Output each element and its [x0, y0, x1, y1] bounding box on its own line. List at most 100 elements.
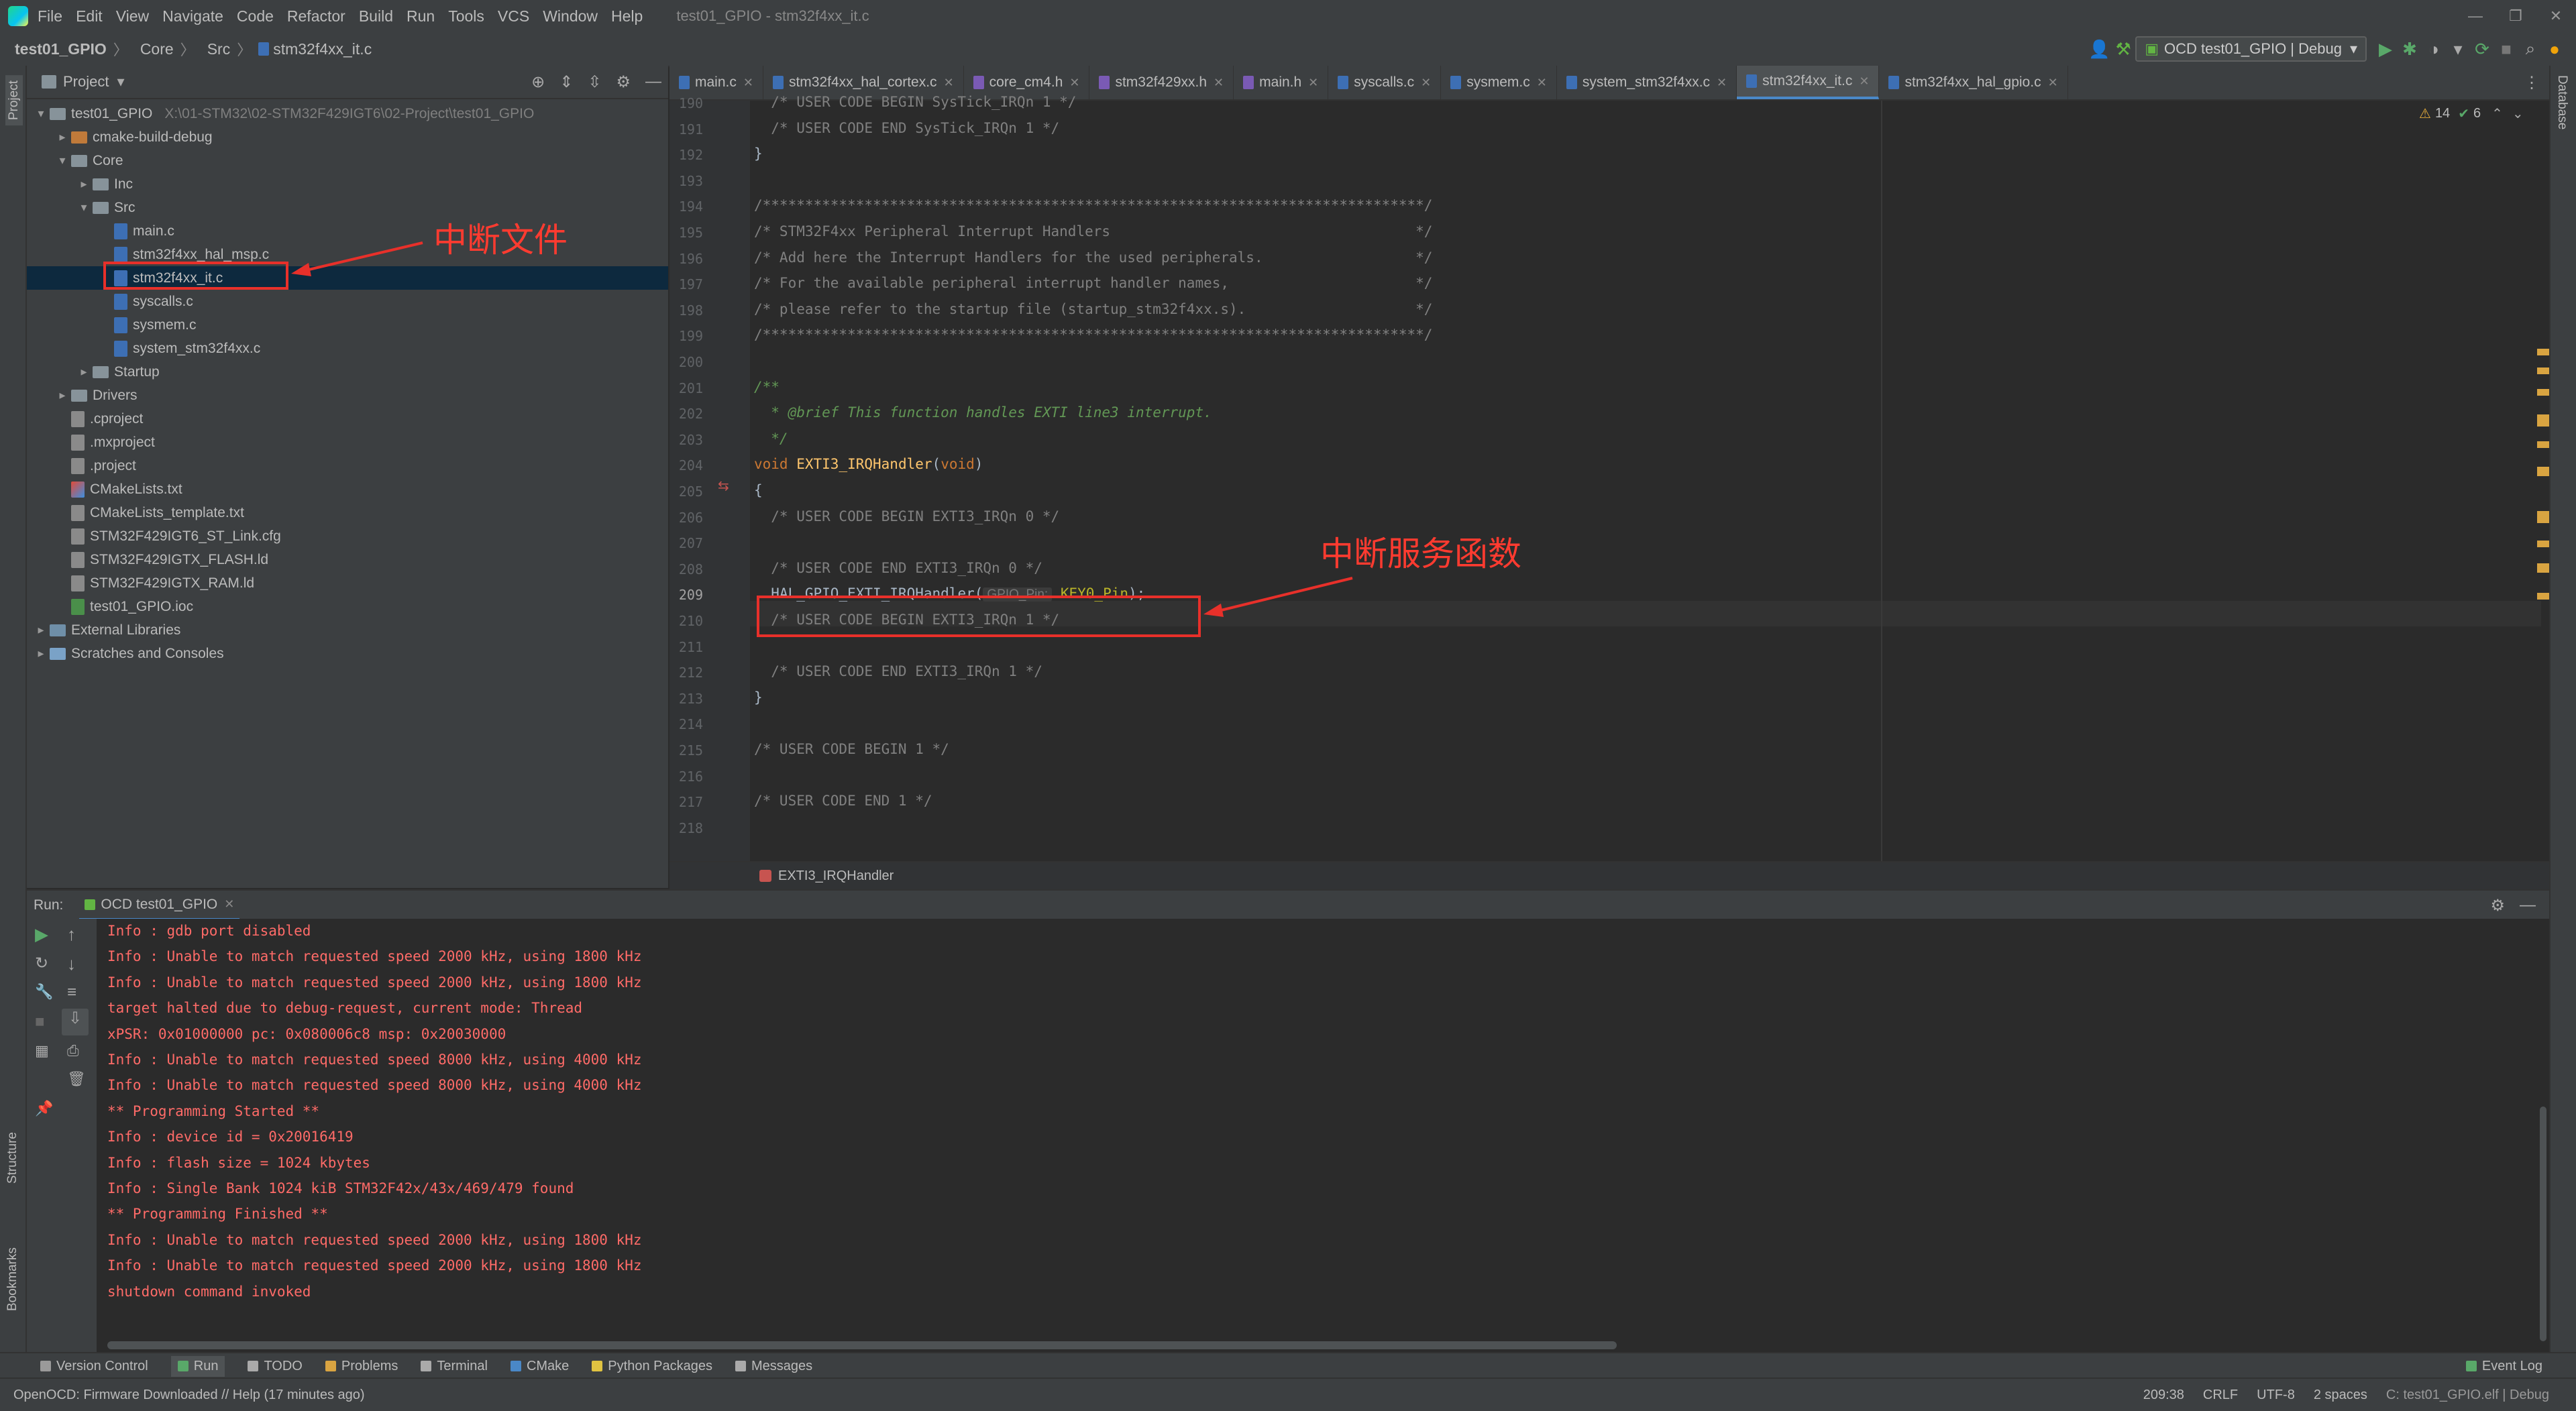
close-icon[interactable]: ✕ [1069, 76, 1079, 90]
tree-item[interactable]: ▸ cmake-build-debug [27, 125, 668, 149]
hide-icon[interactable]: — [2520, 896, 2536, 915]
breadcrumb-project[interactable]: test01_GPIO [15, 40, 107, 58]
tree-item[interactable]: ▾ Src [27, 196, 668, 219]
line-separator[interactable]: CRLF [2203, 1388, 2238, 1403]
resolve-context[interactable]: C: test01_GPIO.elf | Debug [2386, 1388, 2549, 1403]
scroll-to-end-icon[interactable]: ⇩ [62, 1009, 89, 1035]
database-tool-tab[interactable]: Database [2555, 75, 2569, 129]
scroll-marker[interactable] [2537, 511, 2549, 523]
menu-navigate[interactable]: Navigate [162, 7, 223, 25]
tree-item[interactable]: STM32F429IGTX_RAM.ld [27, 571, 668, 595]
hide-icon[interactable]: — [645, 72, 661, 91]
project-tool-tab[interactable]: Project [5, 75, 23, 126]
scroll-marker[interactable] [2537, 467, 2549, 476]
arrow-down-icon[interactable]: ↓ [67, 954, 76, 974]
editor-tab[interactable]: sysmem.c ✕ [1441, 66, 1557, 99]
print-icon[interactable]: ⎙ [67, 1042, 79, 1060]
tree-item[interactable]: sysmem.c [27, 313, 668, 337]
rerun-icon[interactable]: ▶ [35, 924, 48, 945]
expand-all-icon[interactable]: ⇕ [559, 72, 573, 92]
console-vertical-scrollbar[interactable] [2540, 1107, 2546, 1341]
expand-arrow-icon[interactable]: ▸ [32, 623, 50, 637]
run-configuration-select[interactable]: ▣ OCD test01_GPIO | Debug ▾ [2135, 36, 2367, 62]
chevron-down-icon[interactable]: ▾ [117, 73, 124, 91]
expand-arrow-icon[interactable]: ▾ [75, 201, 93, 215]
restore-icon[interactable]: ❐ [2496, 7, 2536, 25]
pin-icon[interactable]: 📌 [35, 1100, 53, 1117]
editor-tab[interactable]: main.c ✕ [669, 66, 763, 99]
tree-item[interactable]: .cproject [27, 407, 668, 431]
menu-code[interactable]: Code [237, 7, 274, 25]
breadcrumb-file[interactable]: stm32f4xx_it.c [273, 40, 372, 58]
close-icon[interactable]: ✕ [743, 76, 753, 90]
tree-item[interactable]: ▸ Drivers [27, 384, 668, 407]
expand-arrow-icon[interactable]: ▸ [54, 388, 71, 402]
editor-tab[interactable]: stm32f4xx_it.c ✕ [1737, 66, 1880, 99]
menu-help[interactable]: Help [611, 7, 643, 25]
scroll-marker[interactable] [2537, 441, 2549, 448]
file-encoding[interactable]: UTF-8 [2257, 1388, 2295, 1403]
gear-icon[interactable]: ⚙ [616, 72, 631, 92]
minimize-icon[interactable]: — [2455, 7, 2496, 25]
expand-arrow-icon[interactable]: ▸ [32, 646, 50, 661]
caret-position[interactable]: 209:38 [2143, 1388, 2184, 1403]
bookmarks-tool-tab[interactable]: Bookmarks [5, 1247, 20, 1311]
close-icon[interactable]: ✕ [1214, 76, 1224, 90]
tree-item[interactable]: ▸ External Libraries [27, 618, 668, 642]
menu-file[interactable]: File [38, 7, 62, 25]
tool-cmake[interactable]: CMake [510, 1359, 569, 1374]
wrench-icon[interactable]: 🔧 [35, 983, 53, 1001]
editor-tab[interactable]: main.h ✕ [1234, 66, 1329, 99]
tree-item[interactable]: CMakeLists_template.txt [27, 501, 668, 524]
tool-messages[interactable]: Messages [735, 1359, 812, 1374]
stop-icon[interactable]: ■ [2494, 39, 2518, 60]
status-message[interactable]: OpenOCD: Firmware Downloaded // Help (17… [13, 1388, 365, 1403]
more-run-icon[interactable]: ▾ [2446, 39, 2470, 60]
editor-tab[interactable]: syscalls.c ✕ [1328, 66, 1442, 99]
project-panel-title[interactable]: Project [63, 73, 109, 91]
structure-tool-tab[interactable]: Structure [5, 1132, 20, 1184]
scroll-marker[interactable] [2537, 563, 2549, 573]
tree-item[interactable]: .project [27, 454, 668, 477]
tree-item[interactable]: STM32F429IGT6_ST_Link.cfg [27, 524, 668, 548]
tree-item[interactable]: ▸ Startup [27, 360, 668, 384]
event-log-button[interactable]: Event Log [2465, 1359, 2542, 1374]
menu-window[interactable]: Window [543, 7, 598, 25]
code-editor[interactable]: /* USER CODE BEGIN SysTick_IRQn 1 */ /* … [750, 94, 2541, 861]
build-hammer-icon[interactable]: ⚒ [2111, 39, 2135, 60]
arrow-up-icon[interactable]: ↑ [67, 924, 76, 945]
gear-icon[interactable]: ⚙ [2490, 896, 2505, 915]
run-icon[interactable]: ▶ [2373, 39, 2398, 60]
tool-todo[interactable]: TODO [248, 1359, 303, 1374]
close-icon[interactable]: ✕ [224, 897, 234, 911]
expand-arrow-icon[interactable]: ▸ [75, 177, 93, 191]
tree-item[interactable]: ▾ test01_GPIO X:\01-STM32\02-STM32F429IGT6… [27, 102, 668, 125]
menu-vcs[interactable]: VCS [498, 7, 529, 25]
close-icon[interactable]: ✕ [1717, 76, 1727, 90]
editor-tab[interactable]: stm32f429xx.h ✕ [1089, 66, 1234, 99]
locate-icon[interactable]: ⊕ [531, 72, 545, 92]
menu-build[interactable]: Build [359, 7, 393, 25]
trash-icon[interactable]: 🗑 [67, 1070, 86, 1088]
console-horizontal-scrollbar[interactable] [107, 1341, 1617, 1349]
debug-icon[interactable]: ✱ [2398, 39, 2422, 60]
editor-gutter[interactable]: 190 191 192 193 194 195 196 197 198 199 200 201 202 2… [669, 95, 750, 861]
tree-item[interactable]: CMakeLists.txt [27, 477, 668, 501]
breadcrumb-core[interactable]: Core [140, 40, 174, 58]
tree-item[interactable]: ▸ Scratches and Consoles [27, 642, 668, 665]
tool-problems[interactable]: Problems [325, 1359, 398, 1374]
tree-item[interactable]: syscalls.c [27, 290, 668, 313]
tree-item[interactable]: ▾ Core [27, 149, 668, 172]
expand-arrow-icon[interactable]: ▸ [75, 365, 93, 379]
tool-python-packages[interactable]: Python Packages [592, 1359, 712, 1374]
menu-run[interactable]: Run [407, 7, 435, 25]
scroll-marker[interactable] [2537, 389, 2549, 396]
tree-item[interactable]: test01_GPIO.ioc [27, 595, 668, 618]
layout-icon[interactable]: ▦ [35, 1042, 49, 1060]
attach-icon[interactable]: ⟳ [2470, 39, 2494, 60]
stop-icon[interactable]: ■ [35, 1013, 45, 1031]
tool-terminal[interactable]: Terminal [421, 1359, 488, 1374]
close-icon[interactable]: ✕ [944, 76, 954, 90]
collapse-all-icon[interactable]: ⇳ [588, 72, 601, 92]
tree-item[interactable]: STM32F429IGTX_FLASH.ld [27, 548, 668, 571]
